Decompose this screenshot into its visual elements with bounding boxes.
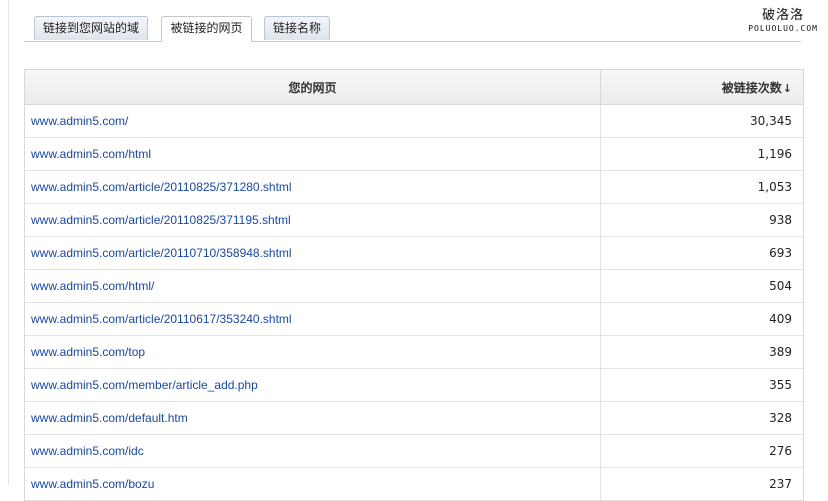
table-row: www.admin5.com/article/20110710/358948.s…: [25, 236, 803, 270]
url-cell: www.admin5.com/default.htm: [25, 401, 601, 435]
url-cell: www.admin5.com/article/20110825/371280.s…: [25, 170, 601, 204]
url-cell: www.admin5.com/top: [25, 335, 601, 369]
tab-linking-domains[interactable]: 链接到您网站的域: [34, 16, 148, 40]
url-cell: www.admin5.com/article/20110710/358948.s…: [25, 236, 601, 270]
page-url-link[interactable]: www.admin5.com/default.htm: [31, 411, 188, 425]
tab-bar: 链接到您网站的域 被链接的网页 链接名称: [24, 0, 801, 42]
link-count: 355: [600, 368, 803, 402]
table-row: www.admin5.com/idc 276: [25, 434, 803, 468]
watermark-en: POLUOLUO.COM: [748, 24, 818, 33]
link-count: 1,053: [600, 170, 803, 204]
page-url-link[interactable]: www.admin5.com/bozu: [31, 477, 154, 491]
page-url-link[interactable]: www.admin5.com/: [31, 114, 128, 128]
page-url-link[interactable]: www.admin5.com/article/20110710/358948.s…: [31, 246, 292, 260]
link-count: 504: [600, 269, 803, 303]
column-header-page-label: 您的网页: [288, 80, 337, 95]
url-cell: www.admin5.com/member/article_add.php: [25, 368, 601, 402]
url-cell: www.admin5.com/article/20110617/353240.s…: [25, 302, 601, 336]
column-header-count-label: 被链接次数: [721, 80, 782, 95]
left-border: [8, 0, 9, 485]
page-url-link[interactable]: www.admin5.com/article/20110617/353240.s…: [31, 312, 292, 326]
table-row: www.admin5.com/article/20110825/371195.s…: [25, 203, 803, 237]
page-url-link[interactable]: www.admin5.com/article/20110825/371195.s…: [31, 213, 291, 227]
link-count: 276: [600, 434, 803, 468]
url-cell: www.admin5.com/html: [25, 137, 601, 171]
table-row: www.admin5.com/article/20110617/353240.s…: [25, 302, 803, 336]
link-count: 409: [600, 302, 803, 336]
page-url-link[interactable]: www.admin5.com/html/: [31, 279, 154, 293]
page-url-link[interactable]: www.admin5.com/member/article_add.php: [31, 378, 258, 392]
page-url-link[interactable]: www.admin5.com/article/20110825/371280.s…: [31, 180, 292, 194]
table-row: www.admin5.com/member/article_add.php 355: [25, 368, 803, 402]
sort-down-arrow-icon[interactable]: ↓: [783, 82, 792, 95]
table-row: www.admin5.com/30,345: [25, 104, 803, 138]
table-row: www.admin5.com/html 1,196: [25, 137, 803, 171]
link-count: 328: [600, 401, 803, 435]
link-count: 30,345: [600, 104, 803, 138]
table-row: www.admin5.com/bozu 237: [25, 467, 803, 501]
link-count: 1,196: [600, 137, 803, 171]
tab-anchor-text[interactable]: 链接名称: [264, 16, 330, 40]
page-url-link[interactable]: www.admin5.com/html: [31, 147, 151, 161]
watermark-cn: 破洛洛: [762, 8, 805, 23]
url-cell: www.admin5.com/: [25, 104, 601, 138]
table-row: www.admin5.com/html/504: [25, 269, 803, 303]
page-url-link[interactable]: www.admin5.com/idc: [31, 444, 144, 458]
column-header-page: 您的网页: [25, 70, 601, 105]
link-count: 693: [600, 236, 803, 270]
link-count: 237: [600, 467, 803, 501]
url-cell: www.admin5.com/html/: [25, 269, 601, 303]
table-header-row: 您的网页 被链接次数↓: [25, 70, 803, 105]
table-row: www.admin5.com/article/20110825/371280.s…: [25, 170, 803, 204]
table-row: www.admin5.com/default.htm 328: [25, 401, 803, 435]
links-table: 您的网页 被链接次数↓ www.admin5.com/30,345 www.adm…: [24, 69, 804, 501]
page-url-link[interactable]: www.admin5.com/top: [31, 345, 145, 359]
url-cell: www.admin5.com/article/20110825/371195.s…: [25, 203, 601, 237]
table-row: www.admin5.com/top 389: [25, 335, 803, 369]
link-count: 389: [600, 335, 803, 369]
link-count: 938: [600, 203, 803, 237]
tab-linked-pages[interactable]: 被链接的网页: [161, 16, 252, 42]
column-header-count[interactable]: 被链接次数↓: [600, 70, 803, 105]
url-cell: www.admin5.com/idc: [25, 434, 601, 468]
url-cell: www.admin5.com/bozu: [25, 467, 601, 501]
watermark: 破洛洛 POLUOLUO.COM: [748, 8, 818, 34]
